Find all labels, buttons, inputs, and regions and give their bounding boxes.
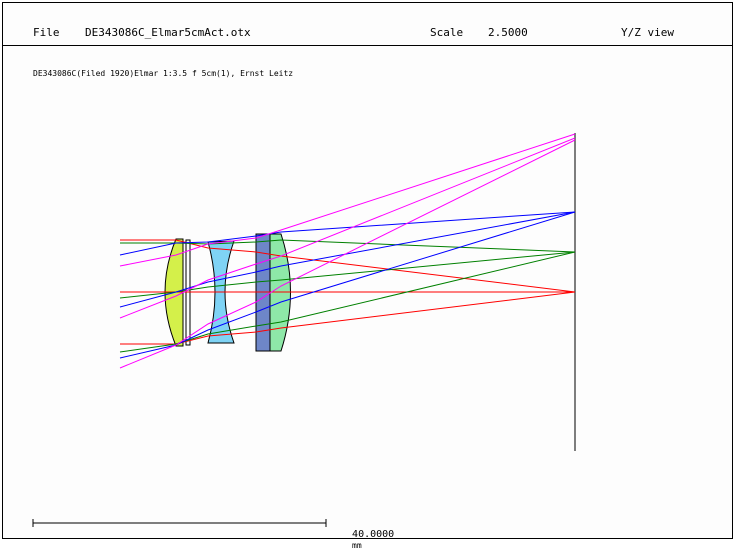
field-ray-lower [119,211,576,359]
lens-diagram [32,133,576,527]
edge-ray-middle [119,137,576,319]
axial-ray-lower [120,291,576,345]
scale-bar-value: 40.0000 [352,529,395,540]
axial-ray-upper [120,239,576,293]
field-rays [119,211,576,359]
field-ray-upper [119,211,576,256]
mid-ray-center [119,251,576,299]
field-ray-center [119,211,576,308]
mid-field-rays [119,239,576,353]
axial-rays [120,239,576,345]
mid-ray-upper [120,239,576,253]
scale-bar-unit: mm [352,541,362,550]
edge-ray-upper [119,133,576,267]
edge-rays [119,133,576,369]
scale-bar-label: 40.0000 mm [340,518,394,551]
scale-bar [32,519,327,527]
